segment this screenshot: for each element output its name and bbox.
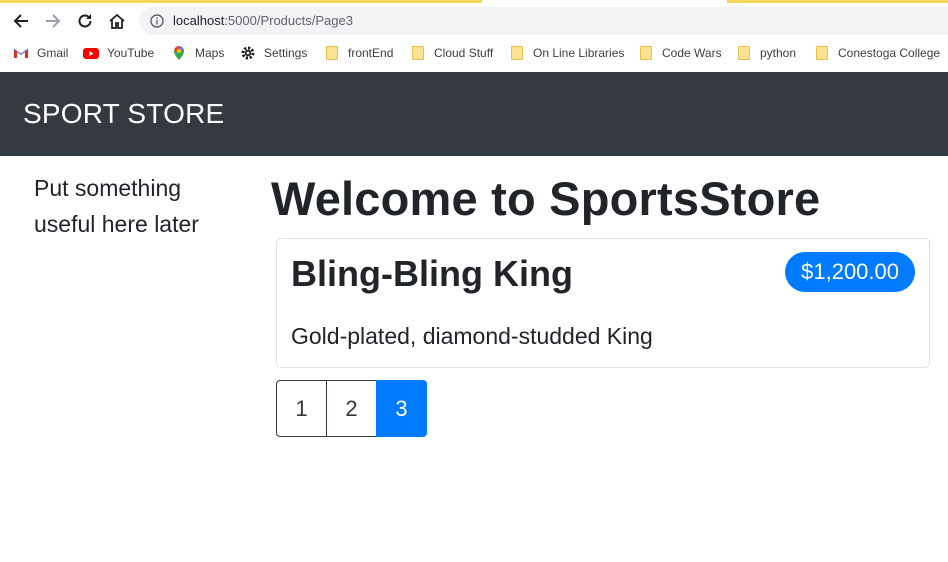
youtube-icon [83, 45, 99, 61]
browser-chrome: localhost:5000/Products/Page3 Gmail YouT… [0, 0, 948, 72]
bookmark-cloud-stuff[interactable]: Cloud Stuff [410, 44, 493, 62]
page-button-3-current[interactable]: 3 [376, 380, 427, 437]
navbar-brand[interactable]: SPORT STORE [23, 98, 224, 130]
bookmark-label: On Line Libraries [533, 46, 625, 60]
pagination: 1 2 3 [276, 380, 427, 437]
bookmark-label: Conestoga College [838, 46, 941, 60]
info-icon[interactable] [150, 14, 164, 28]
bookmark-label: Code Wars [662, 46, 722, 60]
product-name: Bling-Bling King [291, 253, 573, 294]
bookmark-conestoga-college[interactable]: Conestoga College [814, 44, 940, 62]
folder-icon [736, 45, 752, 61]
bookmark-label: python [760, 46, 797, 60]
bookmark-settings[interactable]: Settings [240, 44, 307, 62]
home-icon [109, 13, 125, 29]
bookmark-code-wars[interactable]: Code Wars [638, 44, 722, 62]
tab-strip-accent [727, 0, 948, 3]
browser-toolbar: localhost:5000/Products/Page3 [0, 4, 948, 38]
url-text[interactable]: localhost:5000/Products/Page3 [173, 13, 353, 28]
gmail-icon [13, 45, 29, 61]
site-navbar: SPORT STORE [0, 72, 948, 156]
home-button[interactable] [104, 8, 130, 34]
product-description: Gold-plated, diamond-studded King [291, 323, 653, 349]
page-button-2[interactable]: 2 [326, 380, 377, 437]
folder-icon [814, 45, 830, 61]
folder-icon [509, 45, 525, 61]
folder-icon [410, 45, 426, 61]
folder-icon [638, 45, 654, 61]
bookmark-maps[interactable]: Maps [171, 44, 224, 62]
page-title: Welcome to SportsStore [271, 172, 821, 225]
back-arrow-icon [13, 14, 28, 28]
bookmark-label: frontEnd [348, 46, 394, 60]
bookmark-frontend[interactable]: frontEnd [324, 44, 393, 62]
back-button[interactable] [8, 8, 34, 34]
url-host: localhost [173, 13, 225, 28]
bookmark-label: Settings [264, 46, 308, 60]
price-badge: $1,200.00 [785, 252, 915, 292]
forward-arrow-icon [46, 14, 61, 28]
address-bar[interactable]: localhost:5000/Products/Page3 [139, 7, 948, 35]
url-path: :5000/Products/Page3 [224, 13, 353, 28]
folder-icon [324, 45, 340, 61]
tab-strip-accent [0, 0, 482, 3]
maps-icon [171, 45, 187, 61]
reload-button[interactable] [72, 8, 98, 34]
bookmark-python[interactable]: python [736, 44, 796, 62]
page-button-1[interactable]: 1 [276, 380, 327, 437]
bookmark-label: Cloud Stuff [434, 46, 494, 60]
bookmark-label: Gmail [37, 46, 69, 60]
bookmark-gmail[interactable]: Gmail [13, 44, 68, 62]
bookmark-youtube[interactable]: YouTube [83, 44, 154, 62]
bookmark-online-libraries[interactable]: On Line Libraries [509, 44, 624, 62]
bookmarks-bar: Gmail YouTube Maps Settings frontEnd Clo… [0, 41, 948, 65]
forward-button[interactable] [40, 8, 66, 34]
bookmark-label: YouTube [107, 46, 155, 60]
product-card: Bling-Bling King $1,200.00 Gold-plated, … [276, 238, 930, 368]
reload-icon [78, 14, 92, 28]
sidebar-placeholder-text: Put something useful here later [34, 175, 199, 237]
gear-icon [240, 45, 256, 61]
bookmark-label: Maps [195, 46, 225, 60]
